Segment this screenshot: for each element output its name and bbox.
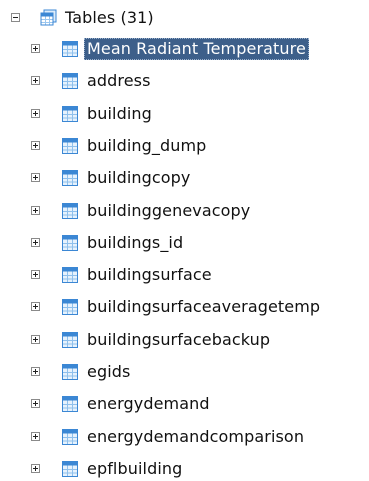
table-tree-item-label: buildings_id (87, 233, 184, 252)
expand-toggle-icon[interactable] (31, 270, 40, 279)
tables-folder-icon (40, 9, 57, 26)
expand-toggle-icon[interactable] (31, 44, 40, 53)
table-icon (62, 332, 78, 348)
tree-root-label: Tables (31) (65, 8, 154, 27)
expand-toggle-icon[interactable] (31, 141, 40, 150)
table-tree-item[interactable]: egids (0, 360, 369, 384)
table-icon (62, 364, 78, 380)
expand-toggle-icon[interactable] (31, 335, 40, 344)
expand-toggle-icon[interactable] (31, 76, 40, 85)
table-tree-item[interactable]: building_dump (0, 134, 369, 158)
table-icon (62, 106, 78, 122)
table-tree-item-label: egids (87, 362, 131, 381)
expand-toggle-icon[interactable] (31, 432, 40, 441)
expand-toggle-icon[interactable] (31, 173, 40, 182)
table-icon (62, 170, 78, 186)
table-tree-item[interactable]: buildings_id (0, 231, 369, 255)
table-tree-item[interactable]: epflbuilding (0, 457, 369, 481)
table-tree-item[interactable]: buildinggenevacopy (0, 199, 369, 223)
table-tree-item-label: buildingsurface (87, 265, 212, 284)
table-tree-item-label: buildinggenevacopy (87, 201, 251, 220)
table-icon (62, 461, 78, 477)
expand-toggle-icon[interactable] (31, 464, 40, 473)
table-tree-item[interactable]: buildingsurfacebackup (0, 328, 369, 352)
table-tree-item-label: buildingcopy (87, 168, 191, 187)
table-icon (62, 138, 78, 154)
table-tree-item[interactable]: building (0, 102, 369, 126)
collapse-toggle-icon[interactable] (11, 13, 20, 22)
tables-tree: Tables (31) Mean Radiant Temperature addr… (0, 0, 369, 481)
table-icon (62, 299, 78, 315)
expand-toggle-icon[interactable] (31, 302, 40, 311)
table-icon (62, 203, 78, 219)
table-tree-item[interactable]: energydemand (0, 392, 369, 416)
table-tree-item[interactable]: Mean Radiant Temperature (0, 37, 369, 61)
table-tree-item-label: building (87, 104, 152, 123)
table-tree-item-label: address (87, 71, 151, 90)
expand-toggle-icon[interactable] (31, 206, 40, 215)
table-tree-item-label: buildingsurfacebackup (87, 330, 271, 349)
table-icon (62, 429, 78, 445)
table-icon (62, 267, 78, 283)
table-icon (62, 73, 78, 89)
table-tree-item-label: epflbuilding (87, 459, 183, 478)
table-tree-item-label: buildingsurfaceaveragetemp (87, 297, 321, 316)
table-icon (62, 396, 78, 412)
expand-toggle-icon[interactable] (31, 238, 40, 247)
expand-toggle-icon[interactable] (31, 399, 40, 408)
table-tree-item-label: energydemandcomparison (87, 427, 305, 446)
table-tree-item-label-selected: Mean Radiant Temperature (84, 38, 309, 60)
table-icon (62, 235, 78, 251)
expand-toggle-icon[interactable] (31, 367, 40, 376)
tree-root-tables[interactable]: Tables (31) (0, 6, 369, 30)
table-tree-item[interactable]: buildingsurfaceaveragetemp (0, 295, 369, 319)
table-tree-item-label: building_dump (87, 136, 207, 155)
table-tree-item-label: energydemand (87, 394, 210, 413)
table-tree-item[interactable]: buildingcopy (0, 166, 369, 190)
table-tree-item[interactable]: energydemandcomparison (0, 425, 369, 449)
table-tree-item[interactable]: address (0, 69, 369, 93)
table-icon (62, 41, 78, 57)
table-tree-item[interactable]: buildingsurface (0, 263, 369, 287)
expand-toggle-icon[interactable] (31, 109, 40, 118)
